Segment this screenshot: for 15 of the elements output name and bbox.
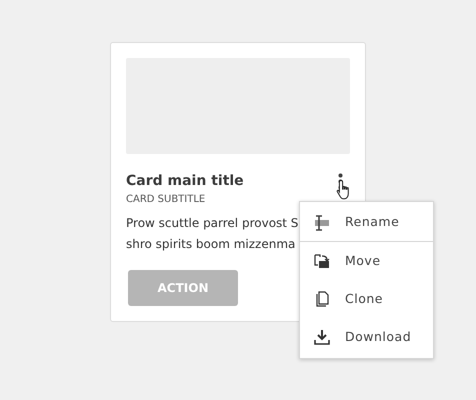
download-icon — [313, 328, 331, 346]
menu-item-label: Clone — [345, 290, 383, 308]
menu-item[interactable]: Move — [300, 242, 433, 280]
card-text-line: shro spirits boom mizzenma — [126, 236, 296, 253]
card-text-line: Prow scuttle parrel provost S — [126, 215, 298, 232]
menu-item[interactable]: Download — [300, 318, 433, 356]
card-subtitle: CARD SUBTITLE — [126, 193, 206, 207]
folder-move-icon — [313, 252, 331, 270]
menu-item-label: Download — [345, 328, 412, 346]
text-cursor-icon — [313, 214, 331, 232]
menu-item[interactable]: Rename — [300, 204, 433, 242]
menu-item-label: Move — [345, 252, 381, 270]
menu-item-label: Rename — [345, 213, 400, 232]
menu-item[interactable]: Clone — [300, 280, 433, 318]
card-title: Card main title — [126, 172, 244, 191]
